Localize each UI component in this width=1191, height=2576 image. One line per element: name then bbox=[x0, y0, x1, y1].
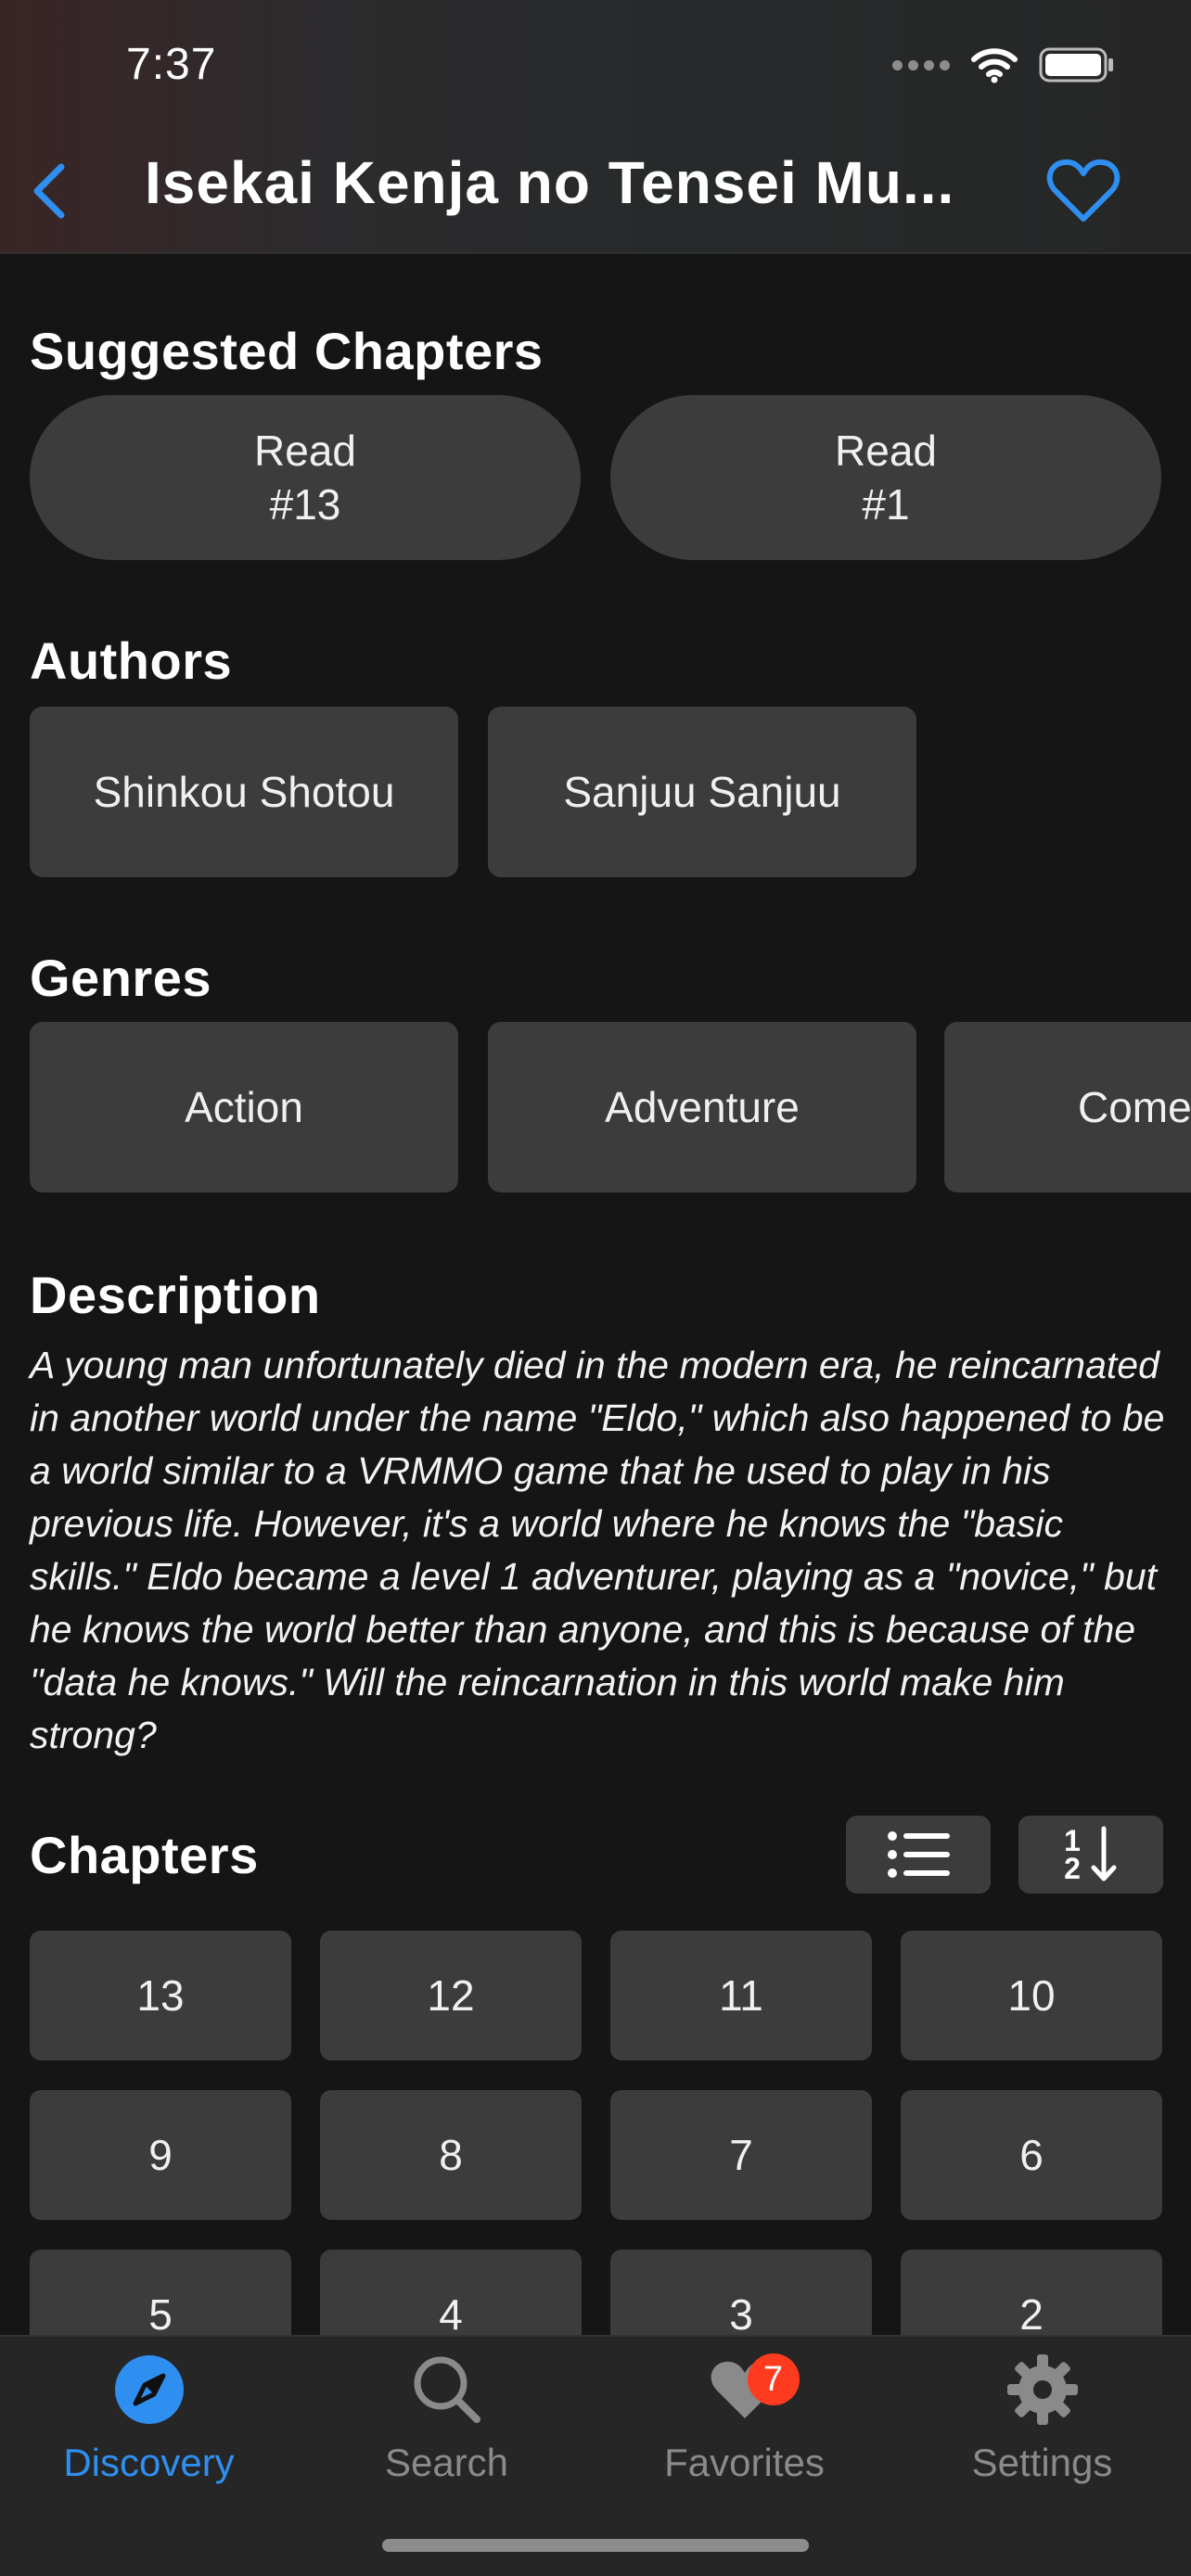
chevron-left-icon bbox=[33, 163, 65, 219]
wifi-icon bbox=[971, 48, 1018, 83]
genres-heading: Genres bbox=[30, 949, 211, 1007]
description-text: A young man unfortunately died in the mo… bbox=[30, 1344, 1165, 1756]
chapters-heading: Chapters bbox=[30, 1826, 259, 1884]
tab-search[interactable]: Search bbox=[298, 2337, 596, 2522]
heart-outline-icon bbox=[1046, 159, 1121, 222]
page-title: Isekai Kenja no Tensei Mu... bbox=[145, 149, 955, 216]
chapter-button[interactable]: 13 bbox=[30, 1931, 291, 2060]
tab-settings[interactable]: Settings bbox=[893, 2337, 1191, 2522]
chapter-button[interactable]: 7 bbox=[610, 2090, 872, 2220]
chapter-button[interactable]: 6 bbox=[901, 2090, 1162, 2220]
list-icon bbox=[888, 1831, 950, 1878]
tab-discovery[interactable]: Discovery bbox=[0, 2337, 298, 2522]
favorite-button[interactable] bbox=[1044, 154, 1122, 228]
gear-icon bbox=[1001, 2348, 1084, 2431]
tab-label: Settings bbox=[971, 2441, 1113, 2484]
cellular-signal-icon bbox=[892, 59, 950, 70]
authors-heading: Authors bbox=[30, 631, 233, 690]
battery-icon bbox=[1039, 47, 1113, 83]
description-heading: Description bbox=[30, 1266, 321, 1324]
genre-chip[interactable]: Action bbox=[30, 1022, 458, 1192]
manga-detail-screen: 7:37 Isekai Kenja no Tensei Mu... Sugges… bbox=[0, 0, 1191, 2576]
chapter-button[interactable]: 9 bbox=[30, 2090, 291, 2220]
read-first-button[interactable]: Read #1 bbox=[610, 395, 1161, 560]
genre-chip[interactable]: Adventure bbox=[488, 1022, 916, 1192]
sort-digit-top: 1 bbox=[1064, 1824, 1081, 1857]
chapter-button[interactable]: 8 bbox=[320, 2090, 582, 2220]
suggested-label: Read bbox=[254, 427, 356, 475]
sort-numeric-icon: 1 2 bbox=[1064, 1825, 1118, 1884]
nav-header: 7:37 Isekai Kenja no Tensei Mu... bbox=[0, 0, 1191, 254]
home-indicator bbox=[382, 2539, 809, 2552]
tab-label: Search bbox=[384, 2441, 509, 2484]
sort-digit-bottom: 2 bbox=[1064, 1852, 1081, 1885]
status-time: 7:37 bbox=[126, 40, 217, 89]
author-chip[interactable]: Sanjuu Sanjuu bbox=[488, 707, 916, 877]
heart-icon: 7 bbox=[703, 2348, 800, 2431]
tab-label: Favorites bbox=[664, 2441, 825, 2484]
chapter-button[interactable]: 10 bbox=[901, 1931, 1162, 2060]
arrow-down-icon bbox=[1091, 1826, 1117, 1881]
tab-favorites[interactable]: 7 Favorites bbox=[596, 2337, 893, 2522]
tab-label: Discovery bbox=[63, 2441, 235, 2484]
compass-icon bbox=[108, 2348, 191, 2431]
chapter-button[interactable]: 11 bbox=[610, 1931, 872, 2060]
search-icon bbox=[405, 2348, 489, 2431]
list-view-button[interactable] bbox=[846, 1816, 991, 1894]
genre-chip[interactable]: Come bbox=[944, 1022, 1191, 1192]
read-suggested-button[interactable]: Read #13 bbox=[30, 395, 581, 560]
sort-order-button[interactable]: 1 2 bbox=[1018, 1816, 1163, 1894]
suggested-chapter-number: #13 bbox=[269, 480, 341, 529]
suggested-label: Read bbox=[835, 427, 937, 475]
author-chip[interactable]: Shinkou Shotou bbox=[30, 707, 458, 877]
chapter-button[interactable]: 12 bbox=[320, 1931, 582, 2060]
favorites-count-badge: 7 bbox=[747, 2353, 800, 2405]
suggested-chapter-number: #1 bbox=[862, 480, 910, 529]
back-button[interactable] bbox=[28, 154, 83, 228]
status-indicators bbox=[892, 46, 1115, 83]
suggested-chapters-heading: Suggested Chapters bbox=[30, 322, 544, 380]
